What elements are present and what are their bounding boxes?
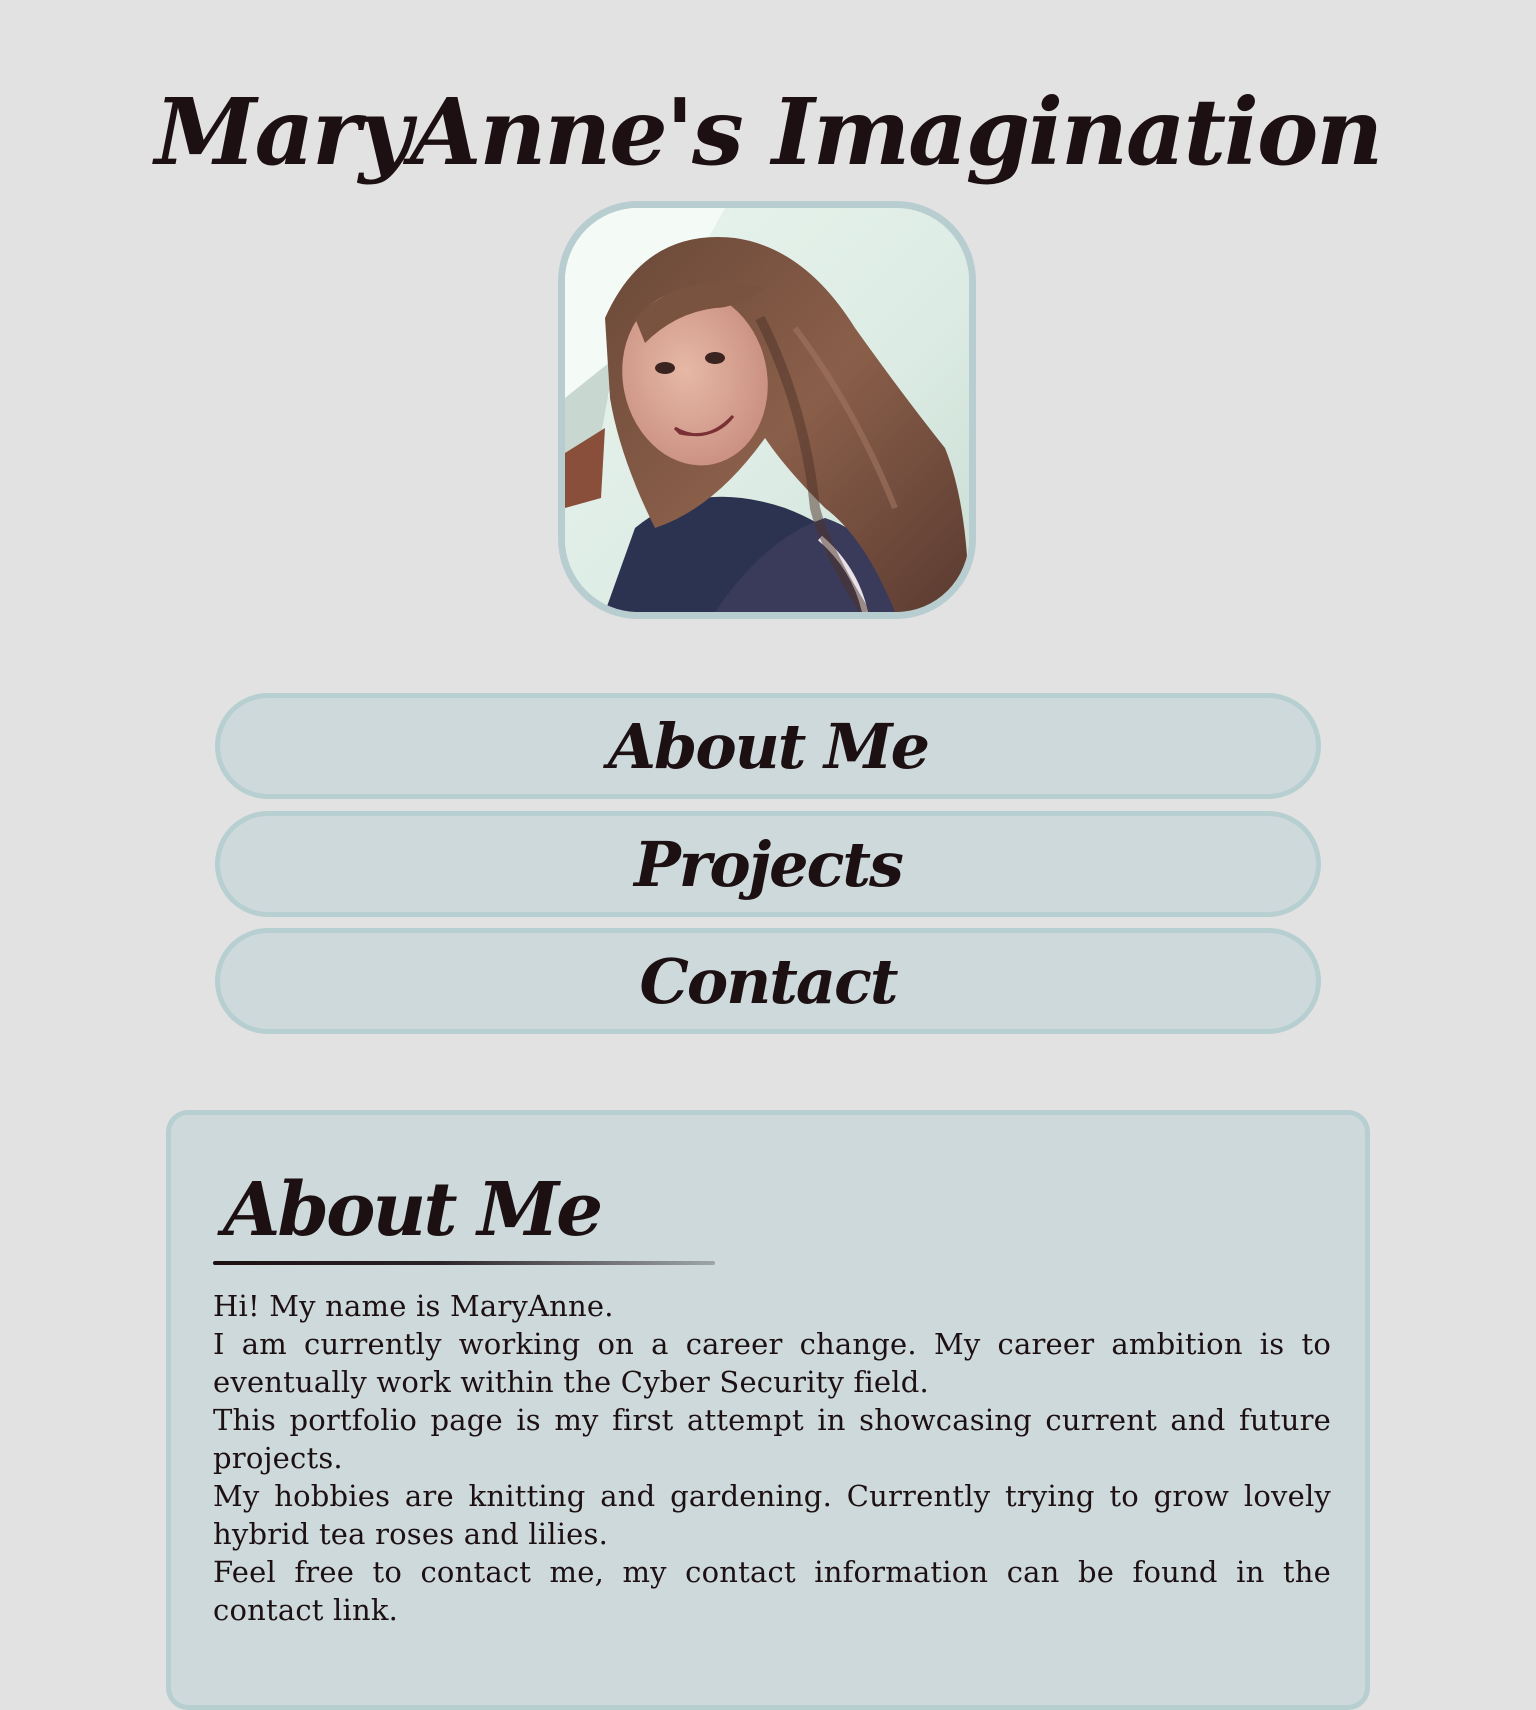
nav-about-me[interactable]: About Me xyxy=(215,693,1321,799)
heading-divider xyxy=(213,1261,715,1265)
site-title: MaryAnne's Imagination xyxy=(154,78,1384,186)
nav-projects-label: Projects xyxy=(634,827,904,901)
profile-photo-image xyxy=(565,208,969,612)
about-paragraph: My hobbies are knitting and gardening. C… xyxy=(213,1479,1331,1551)
about-me-text: Hi! My name is MaryAnne. I am currently … xyxy=(213,1287,1331,1629)
about-me-heading: About Me xyxy=(223,1167,603,1253)
about-me-section: About Me Hi! My name is MaryAnne. I am c… xyxy=(166,1110,1370,1710)
nav-projects[interactable]: Projects xyxy=(215,811,1321,917)
about-paragraph: I am currently working on a career chang… xyxy=(213,1327,1331,1399)
about-paragraph: Feel free to contact me, my contact info… xyxy=(213,1555,1331,1627)
nav-contact[interactable]: Contact xyxy=(215,928,1321,1034)
profile-photo xyxy=(558,201,976,619)
nav-about-me-label: About Me xyxy=(607,709,930,783)
about-paragraph: Hi! My name is MaryAnne. xyxy=(213,1289,614,1323)
about-paragraph: This portfolio page is my first attempt … xyxy=(213,1403,1331,1475)
nav-contact-label: Contact xyxy=(639,944,899,1018)
